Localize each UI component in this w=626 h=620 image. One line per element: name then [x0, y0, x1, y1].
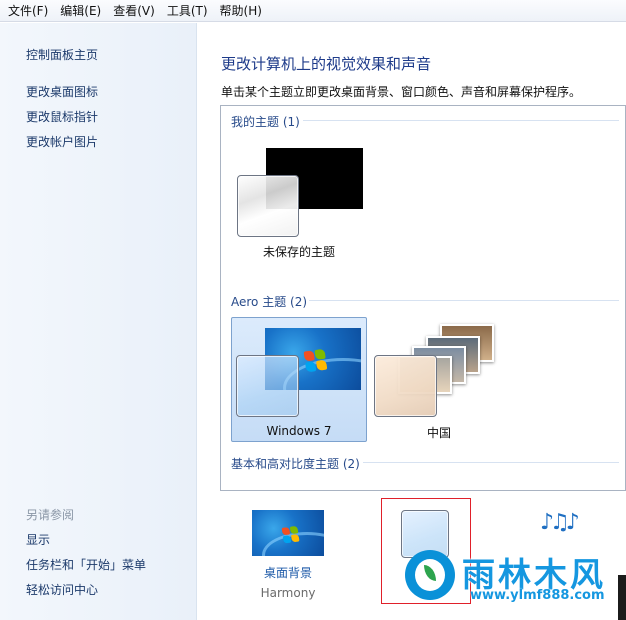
theme-unsaved[interactable]: 未保存的主题: [231, 138, 367, 260]
theme-list[interactable]: 我的主题 (1) 未保存的主题 Aero 主题 (2) Windows 7 中国…: [220, 105, 626, 491]
watermark-logo-icon: [405, 550, 455, 600]
group-divider: [363, 462, 619, 463]
theme-china[interactable]: 中国: [371, 317, 507, 442]
control-panel-home-link[interactable]: 控制面板主页: [26, 46, 98, 63]
theme-name: 未保存的主题: [262, 245, 335, 259]
page-description: 单击某个主题立即更改桌面背景、窗口颜色、声音和屏幕保护程序。: [221, 85, 582, 99]
menu-edit[interactable]: 编辑(E): [54, 1, 107, 21]
menu-bar: 文件(F) 编辑(E) 查看(V) 工具(T) 帮助(H): [0, 0, 626, 22]
watermark-url: www.ylmf888.com: [470, 588, 605, 603]
window-color-swatch: [374, 355, 437, 417]
desktop-background-value: Harmony: [260, 586, 316, 600]
basic-themes-header: 基本和高对比度主题 (2): [231, 457, 360, 471]
theme-name: 中国: [426, 426, 451, 440]
menu-file[interactable]: 文件(F): [2, 1, 54, 21]
theme-name: Windows 7: [266, 424, 332, 438]
change-mouse-pointers-link[interactable]: 更改鼠标指针: [26, 108, 98, 125]
menu-view[interactable]: 查看(V): [107, 1, 161, 21]
windows-logo-icon: [281, 525, 301, 545]
ease-of-access-link[interactable]: 轻松访问中心: [26, 581, 98, 598]
aero-themes-header: Aero 主题 (2): [231, 295, 308, 309]
page-title: 更改计算机上的视觉效果和声音: [221, 55, 432, 73]
see-also-heading: 另请参阅: [26, 508, 75, 522]
group-divider: [309, 300, 619, 301]
change-desktop-icons-link[interactable]: 更改桌面图标: [26, 83, 98, 100]
desktop-background-thumbnail[interactable]: [252, 510, 324, 556]
menu-tools[interactable]: 工具(T): [161, 1, 214, 21]
my-themes-header: 我的主题 (1): [231, 115, 300, 129]
window-color-swatch: [236, 355, 299, 417]
change-account-picture-link[interactable]: 更改帐户图片: [26, 133, 98, 150]
theme-windows7[interactable]: Windows 7: [231, 317, 367, 442]
display-link[interactable]: 显示: [26, 531, 50, 548]
left-nav-pane: 控制面板主页 更改桌面图标 更改鼠标指针 更改帐户图片 另请参阅 显示 任务栏和…: [0, 23, 197, 620]
group-divider: [303, 120, 619, 121]
menu-help[interactable]: 帮助(H): [214, 1, 268, 21]
music-note-icon[interactable]: ♪♫♪: [540, 510, 580, 535]
taskbar-start-menu-link[interactable]: 任务栏和「开始」菜单: [26, 556, 146, 573]
edge-strip: [618, 575, 626, 620]
window-color-swatch: [237, 175, 299, 237]
windows-logo-icon: [303, 348, 329, 374]
desktop-background-label[interactable]: 桌面背景: [252, 564, 324, 581]
